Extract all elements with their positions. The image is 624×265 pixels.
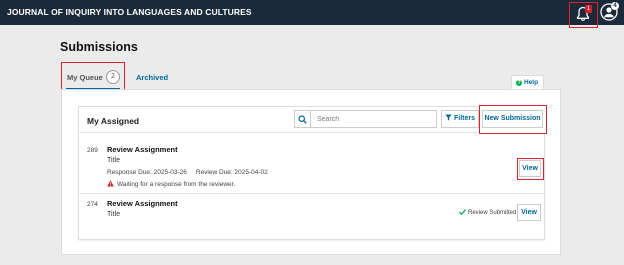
search-button[interactable]	[294, 110, 310, 128]
submission-id: 289	[87, 147, 98, 154]
tab-archived[interactable]: Archived	[136, 73, 168, 82]
warning-icon	[107, 180, 114, 187]
new-submission-highlight: New Submission	[479, 105, 547, 134]
filters-button[interactable]: Filters	[441, 110, 479, 128]
list-header: My Assigned Filters New Submission	[79, 105, 547, 134]
search-input[interactable]	[310, 110, 437, 128]
view-button[interactable]: View	[517, 204, 541, 221]
tab-my-queue[interactable]: My Queue 2	[61, 62, 125, 92]
item-dates: Response Due: 2025-03-26 Review Due: 2025…	[107, 169, 268, 176]
notifications-button[interactable]: 1	[569, 2, 598, 28]
help-label: Help	[524, 79, 539, 86]
user-menu-button[interactable]: 4	[600, 2, 619, 26]
new-submission-button[interactable]: New Submission	[482, 110, 543, 128]
page-title: Submissions	[60, 40, 138, 54]
site-title[interactable]: JOURNAL OF INQUIRY INTO LANGUAGES AND CU…	[7, 7, 252, 17]
list-item: 274 Review Assignment Title Review Submi…	[79, 195, 544, 239]
review-due-date: Review Due: 2025-04-02	[195, 169, 268, 176]
view-button-highlight: View	[517, 158, 544, 180]
submissions-panel: My Assigned Filters New Submission 289 R…	[61, 89, 561, 255]
warning-text: Waiting for a response from the reviewer…	[117, 181, 236, 188]
item-status: Review Submitted	[459, 209, 516, 216]
item-heading: Review Assignment	[107, 199, 178, 208]
item-warning: Waiting for a response from the reviewer…	[107, 180, 235, 188]
view-button[interactable]: View	[519, 160, 541, 177]
submission-id: 274	[87, 201, 98, 208]
top-bar: JOURNAL OF INQUIRY INTO LANGUAGES AND CU…	[0, 0, 624, 28]
item-heading: Review Assignment	[107, 145, 178, 154]
notification-count-badge: 1	[585, 5, 592, 13]
status-text: Review Submitted	[468, 210, 517, 216]
assigned-list-card: My Assigned Filters New Submission 289 R…	[78, 105, 547, 240]
help-icon: ?	[516, 80, 522, 86]
filter-icon	[445, 114, 452, 121]
checkmark-icon	[459, 209, 466, 216]
tab-my-queue-label: My Queue	[67, 73, 103, 82]
tab-my-queue-count: 2	[106, 70, 120, 84]
search-icon	[298, 115, 307, 124]
filters-label: Filters	[454, 115, 476, 122]
response-due-date: Response Due: 2025-03-26	[107, 169, 187, 176]
help-button[interactable]: ? Help	[511, 75, 544, 89]
list-item: 289 Review Assignment Title Response Due…	[79, 134, 544, 194]
item-subtitle: Title	[107, 211, 120, 218]
item-subtitle: Title	[107, 157, 120, 164]
user-task-badge: 4	[611, 2, 619, 10]
list-title: My Assigned	[87, 116, 140, 126]
